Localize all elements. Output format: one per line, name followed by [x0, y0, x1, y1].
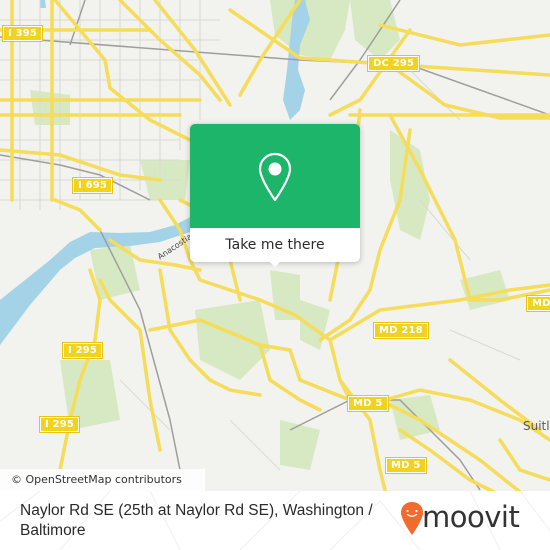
road-shield-md218: MD 218 — [373, 322, 429, 339]
road-shield-i295-south: I 295 — [38, 416, 81, 433]
road-shield-md: MD — [526, 295, 550, 312]
map-attribution[interactable]: © OpenStreetMap contributors — [0, 469, 205, 491]
road-shield-md5-north: MD 5 — [347, 395, 389, 412]
map-tiles — [0, 0, 550, 502]
footer-bar: Naylor Rd SE (25th at Naylor Rd SE), Was… — [0, 491, 550, 550]
road-shield-i395: I 395 — [1, 25, 44, 42]
map-pin-icon — [258, 152, 292, 202]
popup-pointer — [268, 260, 282, 267]
road-shield-dc295: DC 295 — [366, 55, 421, 72]
location-popup: Take me there — [190, 124, 360, 267]
road-shield-i695: I 695 — [71, 177, 114, 194]
take-me-there-button[interactable]: Take me there — [190, 228, 360, 262]
road-shield-md5-south: MD 5 — [385, 457, 427, 474]
moovit-pin-icon — [401, 502, 423, 535]
moovit-wordmark: moovit — [422, 500, 520, 534]
popup-header — [190, 124, 360, 228]
road-shield-i295-north: I 295 — [61, 342, 104, 359]
stop-title: Naylor Rd SE (25th at Naylor Rd SE), Was… — [20, 502, 373, 539]
moovit-logo[interactable]: moovit — [400, 498, 540, 538]
place-label-suitland: Suitl — [523, 419, 550, 433]
map-canvas[interactable]: I 395 DC 295 I 695 I 295 I 295 MD 218 MD… — [0, 0, 550, 550]
